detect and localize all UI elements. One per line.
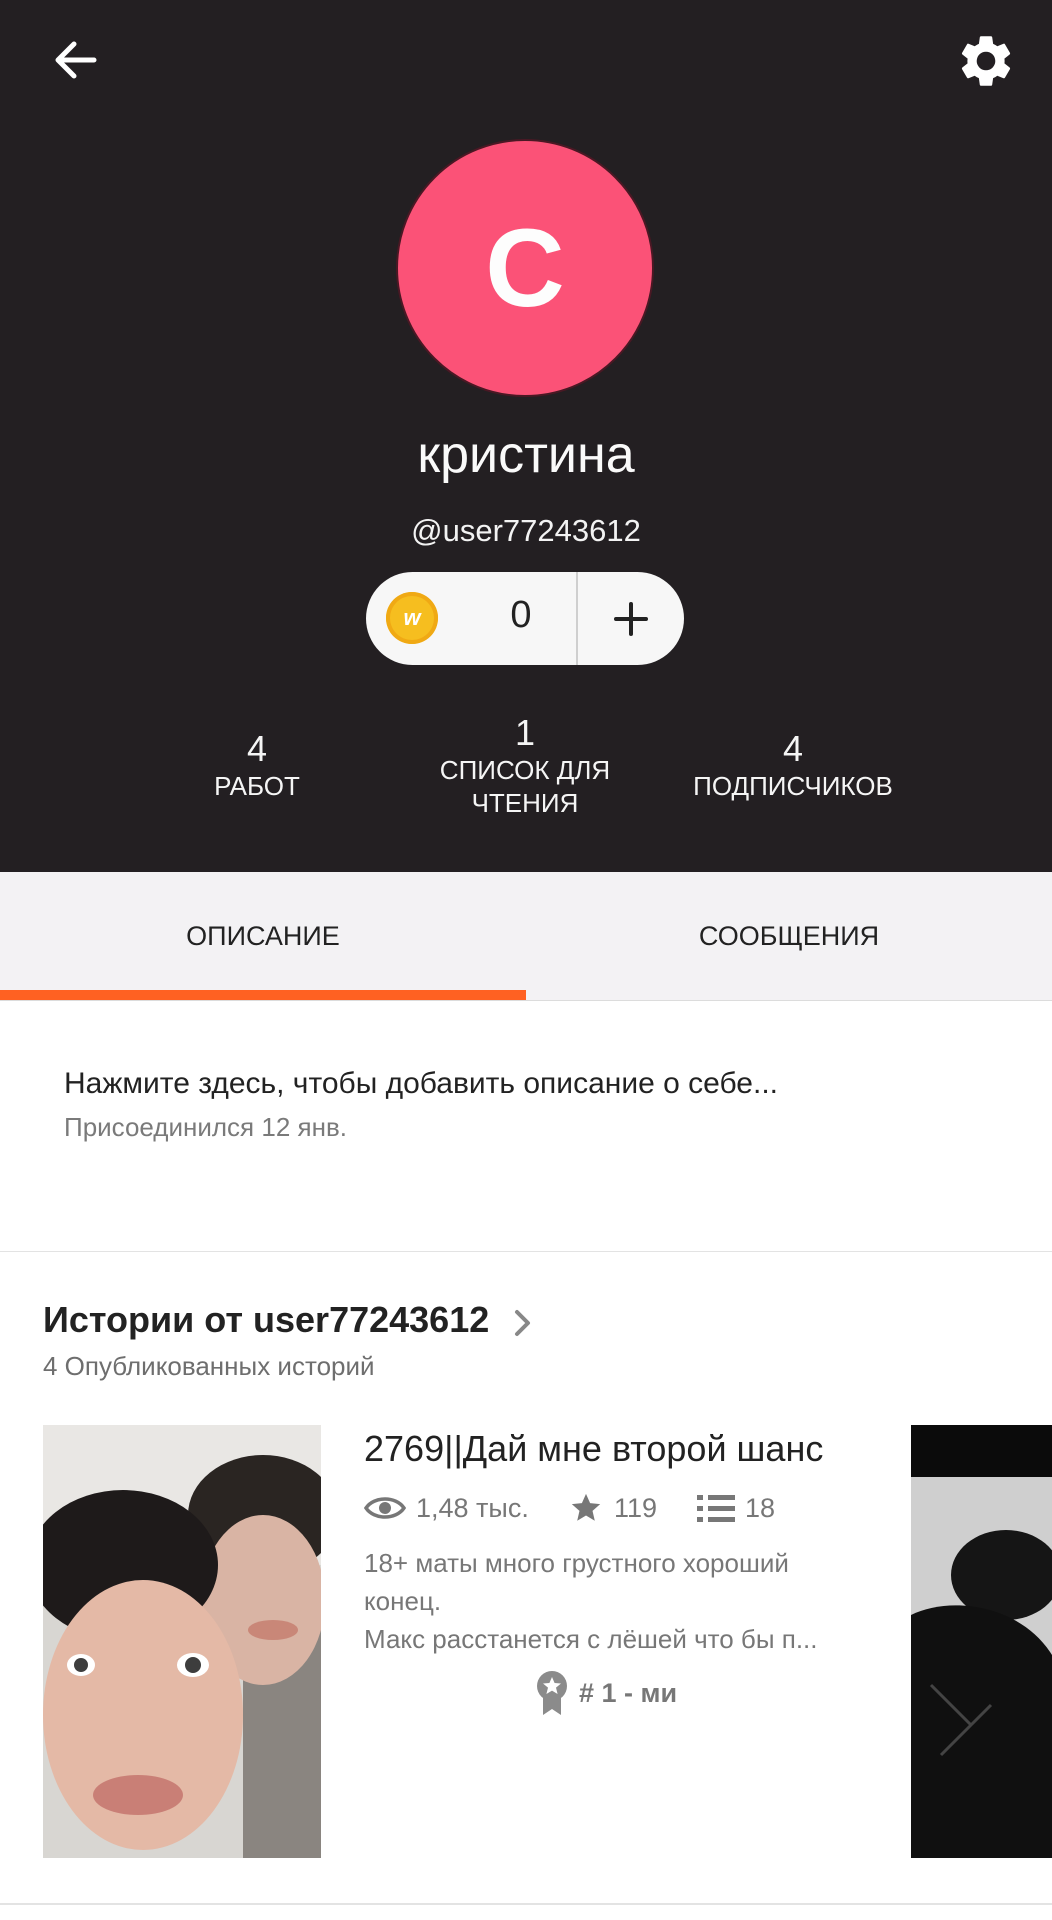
stat-works-value: 4 (246, 728, 268, 769)
story-reads: 1,48 тыс. (364, 1490, 529, 1526)
stat-followers-label: ПОДПИСЧИКОВ (693, 771, 893, 801)
joined-date: Присоединился 12 янв. (64, 1112, 347, 1142)
stat-reading-lists-value: 1 (514, 712, 536, 753)
section-divider (0, 1903, 1052, 1905)
story-parts-value: 18 (745, 1492, 776, 1523)
stories-section-title[interactable]: Истории от user77243612 (43, 1299, 489, 1341)
ribbon-icon (537, 1671, 567, 1715)
back-arrow-icon[interactable] (46, 30, 106, 90)
avatar-letter: С (485, 206, 565, 330)
story-summary-line: конец. (364, 1586, 442, 1616)
coin-icon: w (386, 592, 438, 644)
stories-count: 4 Опубликованных историй (43, 1351, 375, 1381)
story-summary: 18+ маты много грустного хороший конец. … (364, 1544, 864, 1658)
stat-works-label: РАБОТ (214, 771, 300, 801)
eye-icon (364, 1497, 406, 1519)
story-summary-line: Макс расстанется с лёшей что бы п... (364, 1624, 818, 1654)
gear-icon[interactable] (955, 30, 1017, 92)
add-coins-button[interactable] (578, 572, 684, 665)
add-description-prompt[interactable]: Нажмите здесь, чтобы добавить описание о… (64, 1067, 778, 1101)
section-divider (0, 1251, 1052, 1252)
story-title[interactable]: 2769||Дай мне второй шанс (364, 1428, 823, 1470)
profile-handle: @user77243612 (411, 513, 641, 548)
tab-messages[interactable]: СООБЩЕНИЯ (526, 872, 1052, 1000)
story-parts: 18 (697, 1490, 775, 1526)
stat-reading-lists[interactable]: 1 СПИСОК ДЛЯ ЧТЕНИЯ (405, 712, 645, 820)
story-summary-line: 18+ маты много грустного хороший (364, 1548, 789, 1578)
tab-about[interactable]: ОПИСАНИЕ (0, 872, 526, 1000)
stat-reading-lists-label-2: ЧТЕНИЯ (471, 788, 579, 818)
plus-icon (614, 601, 648, 636)
coin-balance-pill[interactable]: w 0 (366, 572, 684, 665)
stat-followers[interactable]: 4 ПОДПИСЧИКОВ (673, 728, 913, 803)
profile-header: С кристина @user77243612 w 0 4 РАБОТ 1 С… (0, 0, 1052, 872)
story-rank[interactable]: # 1 - ми (535, 1670, 677, 1716)
coin-count: 0 (510, 594, 532, 636)
profile-name: кристина (417, 426, 635, 484)
list-icon (697, 1495, 735, 1522)
story-votes: 119 (568, 1490, 657, 1526)
story-rank-value: # 1 - ми (579, 1677, 678, 1708)
story-cover-image[interactable] (43, 1425, 321, 1858)
profile-tabs: ОПИСАНИЕ СООБЩЕНИЯ (0, 872, 1052, 1001)
star-icon (571, 1493, 601, 1521)
avatar[interactable]: С (396, 139, 654, 397)
story-votes-value: 119 (614, 1492, 658, 1523)
active-tab-indicator (0, 990, 526, 1000)
chevron-right-icon[interactable] (508, 1306, 538, 1340)
stat-reading-lists-label-1: СПИСОК ДЛЯ (439, 755, 611, 785)
stat-followers-value: 4 (782, 728, 804, 769)
stat-works[interactable]: 4 РАБОТ (157, 728, 357, 803)
story-cover-image-next[interactable] (911, 1425, 1052, 1858)
story-reads-value: 1,48 тыс. (416, 1492, 529, 1523)
